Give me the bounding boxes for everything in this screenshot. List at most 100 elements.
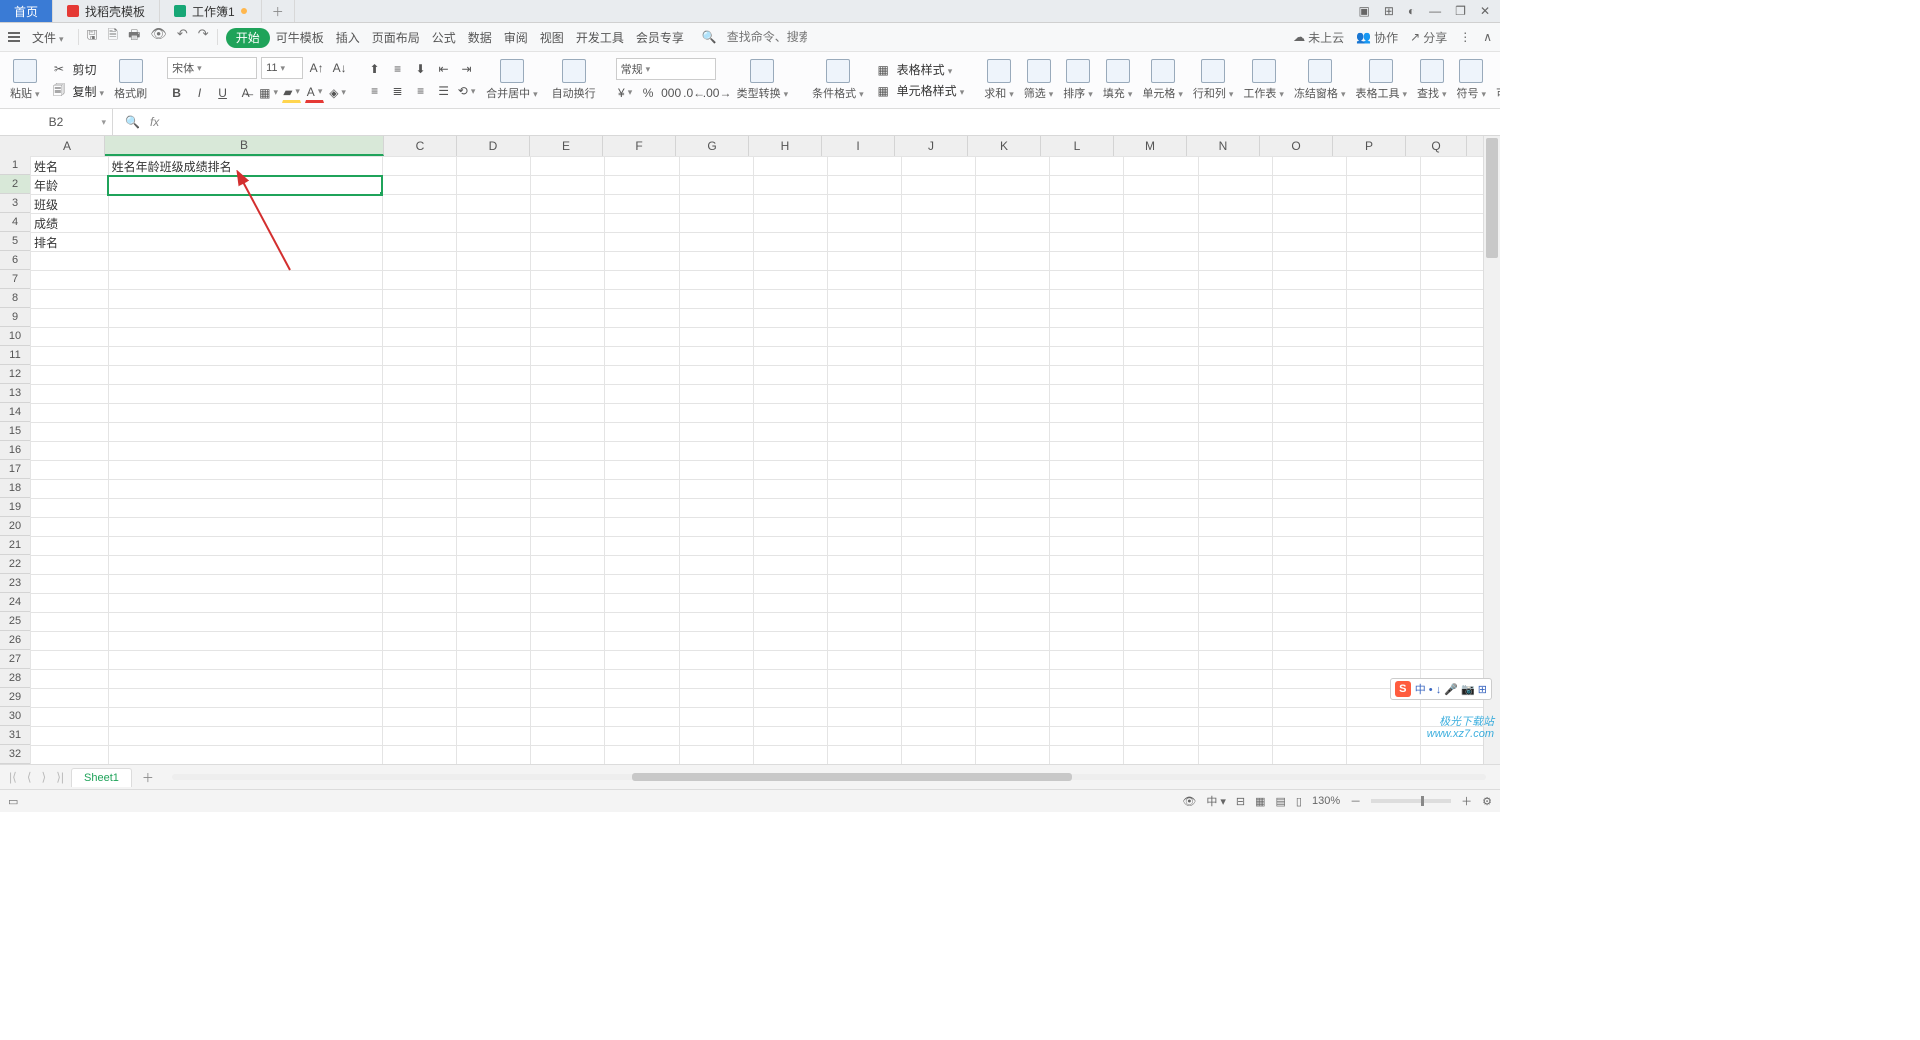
tool-button[interactable]: 工作表 bbox=[1239, 59, 1288, 101]
undo-icon[interactable]: ↶ bbox=[177, 26, 188, 48]
strike-icon[interactable]: A̶ bbox=[236, 83, 255, 102]
tool-button[interactable]: 填充 bbox=[1099, 59, 1137, 101]
cell-grid[interactable]: 姓名姓名年龄班级成绩排名年龄班级成绩排名 bbox=[30, 156, 1484, 764]
sheet-nav-last-icon[interactable]: ⟩| bbox=[53, 770, 67, 784]
inc-font-icon[interactable]: A↑ bbox=[307, 59, 326, 78]
scissors-icon[interactable]: ✂ bbox=[50, 60, 69, 79]
tool-button[interactable]: 求和 bbox=[980, 59, 1018, 101]
hamburger-icon[interactable] bbox=[8, 32, 20, 42]
tab-workbook[interactable]: 工作簿1 bbox=[160, 0, 262, 22]
eye-icon[interactable]: 👁 bbox=[1182, 795, 1196, 808]
menu-tab[interactable]: 审阅 bbox=[498, 28, 534, 48]
preview-icon[interactable]: 👁 bbox=[150, 26, 167, 48]
sheet-tab[interactable]: Sheet1 bbox=[71, 768, 132, 787]
font-size-select[interactable]: 11 bbox=[261, 57, 303, 79]
tab-home[interactable]: 首页 bbox=[0, 0, 53, 22]
fx-icon[interactable]: fx bbox=[150, 115, 159, 129]
zoom-in-icon[interactable]: ＋ bbox=[1461, 793, 1472, 809]
dec-inc-icon[interactable]: .0← bbox=[685, 83, 704, 102]
minimize-icon[interactable]: — bbox=[1429, 4, 1441, 18]
menu-tab[interactable]: 开发工具 bbox=[570, 28, 630, 48]
tab-add[interactable]: ＋ bbox=[262, 0, 295, 22]
indent-inc-icon[interactable]: ⇥ bbox=[457, 60, 476, 79]
sheet-nav-next-icon[interactable]: ⟩ bbox=[39, 770, 50, 784]
box-icon[interactable]: ▣ bbox=[1359, 4, 1370, 18]
tool-button[interactable]: 冻结窗格 bbox=[1290, 59, 1350, 101]
currency-icon[interactable]: ¥ bbox=[616, 83, 635, 102]
style-button[interactable]: 表格样式 bbox=[897, 61, 953, 78]
horizontal-scrollbar[interactable] bbox=[172, 772, 1486, 782]
bold-icon[interactable]: B bbox=[167, 83, 186, 102]
percent-icon[interactable]: % bbox=[639, 83, 658, 102]
grid-icon[interactable]: ⊞ bbox=[1384, 4, 1394, 18]
view-break-icon[interactable]: ▯ bbox=[1296, 795, 1302, 808]
row-headers[interactable]: 1234567891011121314151617181920212223242… bbox=[0, 156, 31, 764]
font-name-select[interactable]: 宋体 bbox=[167, 57, 257, 79]
print-icon[interactable]: 🖶 bbox=[128, 26, 140, 48]
dec-font-icon[interactable]: A↓ bbox=[330, 59, 349, 78]
copy-icon[interactable]: 🗐 bbox=[50, 82, 69, 101]
saveas-icon[interactable]: 🗎 bbox=[108, 26, 118, 48]
align-center-icon[interactable]: ≣ bbox=[388, 82, 407, 101]
view-page-icon[interactable]: ▤ bbox=[1276, 795, 1286, 808]
menu-tab[interactable]: 数据 bbox=[462, 28, 498, 48]
menu-tab[interactable]: 插入 bbox=[330, 28, 366, 48]
align-right-icon[interactable]: ≡ bbox=[411, 82, 430, 101]
zoom-fx-icon[interactable]: 🔍 bbox=[125, 115, 140, 129]
indent-dec-icon[interactable]: ⇤ bbox=[434, 60, 453, 79]
ime-toolbar[interactable]: S中 • ↓ 🎤 📷 ⊞ bbox=[1390, 678, 1492, 700]
cond-format-button[interactable]: 条件格式 bbox=[808, 59, 868, 101]
sheet-nav-first-icon[interactable]: |⟨ bbox=[6, 770, 20, 784]
status-book-icon[interactable]: ▭ bbox=[8, 795, 18, 808]
user-icon[interactable]: ◐ bbox=[1408, 4, 1415, 18]
add-sheet-icon[interactable]: ＋ bbox=[136, 769, 160, 786]
tool-button[interactable]: 查找 bbox=[1413, 59, 1451, 101]
align-bot-icon[interactable]: ⬇ bbox=[411, 60, 430, 79]
maximize-icon[interactable]: ❐ bbox=[1455, 4, 1466, 18]
menu-tab[interactable]: 公式 bbox=[426, 28, 462, 48]
merge-center-button[interactable]: 合并居中 bbox=[482, 59, 542, 101]
dec-dec-icon[interactable]: .00→ bbox=[708, 83, 727, 102]
wrap-text-button[interactable]: 自动换行 bbox=[548, 59, 600, 101]
formula-input[interactable] bbox=[171, 109, 1500, 135]
sheet-nav-prev-icon[interactable]: ⟨ bbox=[24, 770, 35, 784]
zoom-slider[interactable] bbox=[1371, 799, 1451, 803]
align-top-icon[interactable]: ⬆ bbox=[365, 60, 384, 79]
close-icon[interactable]: ✕ bbox=[1480, 4, 1490, 18]
file-menu[interactable]: 文件 bbox=[26, 26, 70, 49]
comma-icon[interactable]: 000 bbox=[662, 83, 681, 102]
collab-button[interactable]: 👥 协作 bbox=[1356, 29, 1398, 46]
zoom-value[interactable]: 130% bbox=[1312, 795, 1340, 807]
tool-button[interactable]: 单元格 bbox=[1138, 59, 1187, 101]
border-icon[interactable]: ▦ bbox=[259, 83, 278, 102]
copy-button[interactable]: 复制 bbox=[73, 83, 105, 100]
tool-button[interactable]: 行和列 bbox=[1189, 59, 1238, 101]
tool-button[interactable]: 表格工具 bbox=[1351, 59, 1411, 101]
menu-tab[interactable]: 开始 bbox=[226, 28, 270, 48]
select-all-corner[interactable] bbox=[0, 136, 31, 157]
redo-icon[interactable]: ↷ bbox=[198, 26, 209, 48]
cloud-status[interactable]: ☁ 未上云 bbox=[1293, 29, 1344, 46]
number-format-select[interactable]: 常规 bbox=[616, 58, 716, 80]
dash-icon[interactable]: ⊟ bbox=[1236, 795, 1245, 808]
tab-templates[interactable]: 找稻壳模板 bbox=[53, 0, 160, 22]
underline-icon[interactable]: U bbox=[213, 83, 232, 102]
column-headers[interactable]: ABCDEFGHIJKLMNOPQ bbox=[30, 136, 1484, 157]
save-icon[interactable]: 🖫 bbox=[87, 26, 98, 48]
paste-button[interactable]: 粘贴 bbox=[6, 59, 44, 101]
vertical-scrollbar[interactable] bbox=[1483, 136, 1500, 764]
zoom-out-icon[interactable]: － bbox=[1350, 793, 1361, 809]
align-mid-icon[interactable]: ≡ bbox=[388, 60, 407, 79]
menu-tab[interactable]: 可牛模板 bbox=[270, 28, 330, 48]
menu-tab[interactable]: 会员专享 bbox=[630, 28, 690, 48]
tool-button[interactable]: 可牛模板 bbox=[1492, 59, 1500, 101]
fill-color-icon[interactable]: ▰ bbox=[282, 82, 301, 103]
command-search-input[interactable] bbox=[725, 29, 809, 45]
style-button[interactable]: 单元格样式 bbox=[897, 82, 965, 99]
view-normal-icon[interactable]: ▦ bbox=[1255, 795, 1265, 808]
type-convert-button[interactable]: 类型转换 bbox=[733, 59, 793, 101]
align-left-icon[interactable]: ≡ bbox=[365, 82, 384, 101]
format-painter-button[interactable]: 格式刷 bbox=[110, 59, 151, 101]
menu-chevron-icon[interactable]: ∧ bbox=[1483, 30, 1492, 44]
align-justify-icon[interactable]: ☰ bbox=[434, 82, 453, 101]
